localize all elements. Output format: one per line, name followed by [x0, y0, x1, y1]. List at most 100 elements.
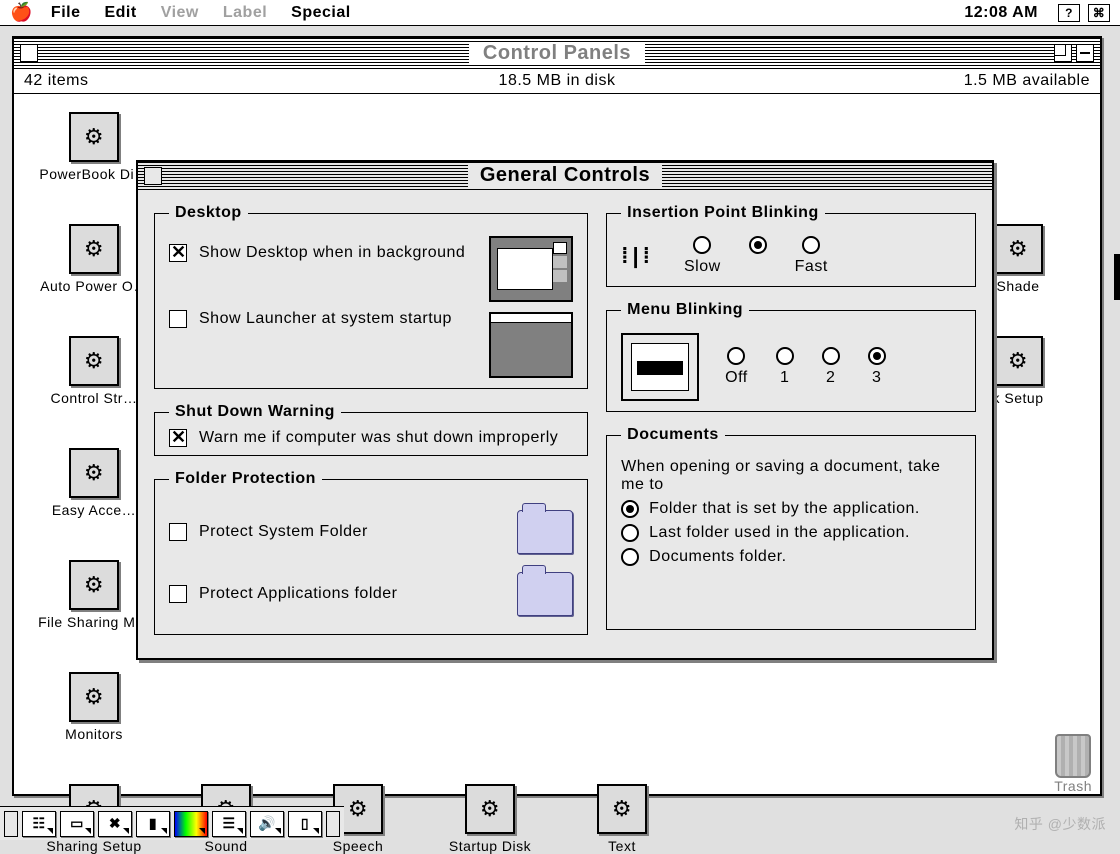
shutdown-group: Shut Down Warning Warn me if computer wa…	[154, 403, 588, 456]
insertion-speed-radio[interactable]	[802, 236, 820, 254]
control-panel-label: Monitors	[65, 726, 123, 742]
documents-option-radio[interactable]	[621, 548, 639, 566]
protect-system-checkbox[interactable]	[169, 523, 187, 541]
documents-option-label: Documents folder.	[649, 548, 786, 566]
menu-label: Label	[223, 4, 267, 22]
documents-group: Documents When opening or saving a docum…	[606, 426, 976, 630]
insertion-speed-label: Slow	[684, 258, 721, 276]
menu-blink-radio[interactable]	[822, 347, 840, 365]
strip-monitors-button[interactable]	[174, 811, 208, 837]
show-desktop-label: Show Desktop when in background	[199, 244, 465, 262]
control-panel-icon: ⚙	[993, 224, 1043, 274]
control-panel-label: k Setup	[993, 390, 1044, 406]
application-menu-icon[interactable]: ⌘	[1088, 4, 1110, 22]
insertion-blink-group: Insertion Point Blinking ⁞|⁞ SlowFast	[606, 204, 976, 287]
apple-menu-icon[interactable]: 🍎	[10, 2, 33, 23]
strip-collapse-tab[interactable]	[4, 811, 18, 837]
menu-blink-radio[interactable]	[776, 347, 794, 365]
insertion-speed-radio[interactable]	[749, 236, 767, 254]
protect-apps-checkbox[interactable]	[169, 585, 187, 603]
control-panel-icon: ⚙	[69, 672, 119, 722]
control-panel-icon: ⚙	[69, 560, 119, 610]
menu-view: View	[161, 4, 199, 22]
strip-appletalk-button[interactable]: ✖	[98, 811, 132, 837]
desktop-group: Desktop Show Desktop when in background …	[154, 204, 588, 389]
control-panel-icon: ⚙	[993, 336, 1043, 386]
menu-file[interactable]: File	[51, 4, 81, 22]
menubar-clock[interactable]: 12:08 AM	[964, 4, 1038, 22]
control-panel-label: Startup Disk	[449, 838, 531, 854]
menu-blink-radio[interactable]	[868, 347, 886, 365]
apps-folder-icon	[517, 572, 573, 616]
show-launcher-checkbox[interactable]	[169, 310, 187, 328]
control-panels-titlebar[interactable]: Control Panels	[14, 38, 1100, 68]
control-panel-label: Sound	[205, 838, 248, 854]
menu-blink-group: Menu Blinking Off123	[606, 301, 976, 412]
control-strip: ☷ ▭ ✖ ▮ ☰ 🔊 ▯	[0, 806, 344, 840]
cursor-blink-icon: ⁞|⁞	[621, 243, 654, 269]
insertion-speed-label: Fast	[795, 258, 828, 276]
control-panel-icon: ⚙	[69, 336, 119, 386]
folder-protection-legend: Folder Protection	[169, 470, 322, 488]
control-panel-label: Control Str…	[51, 390, 138, 406]
general-controls-window: General Controls Desktop Show Desktop wh…	[136, 160, 994, 660]
launcher-preview-icon	[489, 312, 573, 378]
general-controls-titlebar[interactable]: General Controls	[138, 162, 992, 190]
insertion-speed-radio[interactable]	[693, 236, 711, 254]
documents-intro: When opening or saving a document, take …	[621, 458, 961, 494]
menu-blink-radio[interactable]	[727, 347, 745, 365]
protect-apps-label: Protect Applications folder	[199, 585, 398, 603]
desktop-legend: Desktop	[169, 204, 248, 222]
menu-blink-label: 1	[780, 369, 789, 387]
control-panel-icon: ⚙	[465, 784, 515, 834]
documents-option-label: Last folder used in the application.	[649, 524, 910, 542]
strip-expand-tab[interactable]	[326, 811, 340, 837]
help-icon[interactable]: ?	[1058, 4, 1080, 22]
documents-legend: Documents	[621, 426, 725, 444]
strip-printing-button[interactable]: ☰	[212, 811, 246, 837]
documents-option-radio[interactable]	[621, 524, 639, 542]
control-panel-label: PowerBook Di…	[39, 166, 148, 182]
control-panel-label: Text	[608, 838, 636, 854]
control-panel-item[interactable]: ⚙Text	[558, 784, 686, 854]
zoom-box[interactable]	[1054, 44, 1072, 62]
menu-blink-label: 3	[872, 369, 881, 387]
control-panel-label: Shade	[997, 278, 1040, 294]
show-desktop-checkbox[interactable]	[169, 244, 187, 262]
menubar: 🍎 File Edit View Label Special 12:08 AM …	[0, 0, 1120, 26]
menu-special[interactable]: Special	[291, 4, 351, 22]
warn-shutdown-label: Warn me if computer was shut down improp…	[199, 429, 558, 447]
strip-monitor-button[interactable]: ▭	[60, 811, 94, 837]
warn-shutdown-checkbox[interactable]	[169, 429, 187, 447]
status-disk: 18.5 MB in disk	[499, 72, 616, 90]
strip-color-button[interactable]: ▮	[136, 811, 170, 837]
documents-option-radio[interactable]	[621, 500, 639, 518]
strip-sound-button[interactable]: 🔊	[250, 811, 284, 837]
status-avail: 1.5 MB available	[964, 72, 1090, 90]
menu-blink-icon	[621, 333, 699, 401]
show-launcher-label: Show Launcher at system startup	[199, 310, 452, 328]
strip-filesharing-button[interactable]: ☷	[22, 811, 56, 837]
desktop-preview-icon	[489, 236, 573, 302]
documents-option-label: Folder that is set by the application.	[649, 500, 920, 518]
control-panel-item[interactable]: ⚙ Monitors	[30, 672, 158, 742]
watermark: 知乎 @少数派	[1014, 814, 1106, 834]
control-panel-label: Speech	[333, 838, 383, 854]
menu-blink-label: Off	[725, 369, 748, 387]
status-items: 42 items	[24, 72, 88, 90]
menu-edit[interactable]: Edit	[104, 4, 136, 22]
collapse-box[interactable]	[1076, 44, 1094, 62]
trash[interactable]: Trash	[1054, 734, 1092, 794]
status-bar: 42 items 18.5 MB in disk 1.5 MB availabl…	[14, 68, 1100, 94]
folder-protection-group: Folder Protection Protect System Folder …	[154, 470, 588, 635]
control-panel-item[interactable]: ⚙ Startup Disk	[426, 784, 554, 854]
trash-icon	[1055, 734, 1091, 778]
control-panel-label: Sharing Setup	[46, 838, 141, 854]
menu-blink-label: 2	[826, 369, 835, 387]
control-panel-icon: ⚙	[69, 112, 119, 162]
close-box[interactable]	[144, 167, 162, 185]
close-box[interactable]	[20, 44, 38, 62]
strip-volume-button[interactable]: ▯	[288, 811, 322, 837]
protect-system-label: Protect System Folder	[199, 523, 368, 541]
control-panel-label: File Sharing M…	[38, 614, 150, 630]
